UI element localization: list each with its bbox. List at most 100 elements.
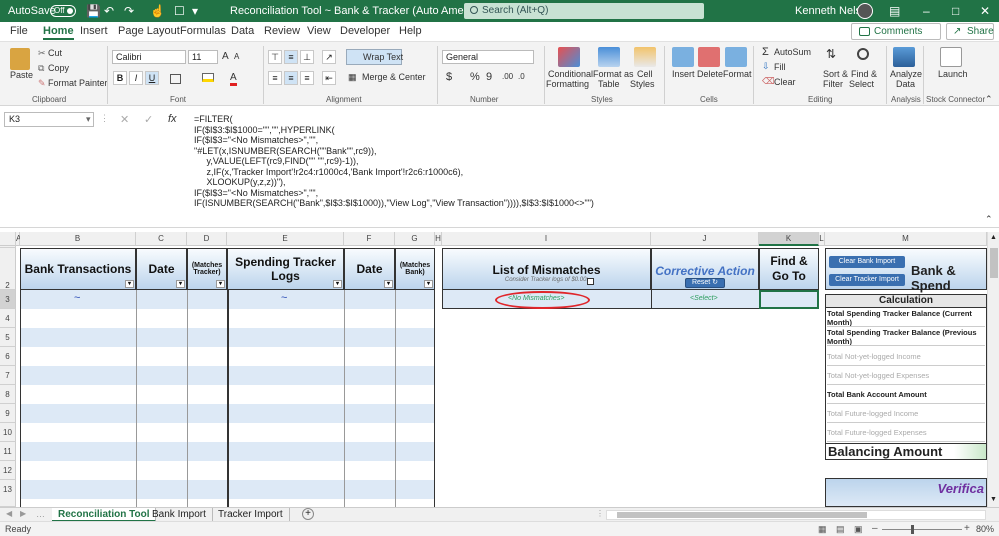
clear-button[interactable]: Clear: [774, 77, 796, 87]
scroll-up-icon[interactable]: ▲: [990, 234, 997, 241]
row-header-12[interactable]: 12: [0, 461, 16, 480]
close-icon[interactable]: ✕: [980, 4, 990, 18]
sheet-more-icon[interactable]: …: [36, 509, 45, 519]
analyze-data-button[interactable]: Analyze: [890, 69, 922, 79]
bank-transactions-value[interactable]: ~: [74, 292, 80, 304]
delete-cells-icon[interactable]: [698, 47, 720, 67]
row-header-6[interactable]: 6: [0, 347, 16, 366]
align-bottom-button[interactable]: ⊥: [300, 50, 314, 64]
column-header-f[interactable]: F: [344, 232, 395, 246]
customize-qat-icon[interactable]: ▾: [192, 4, 198, 18]
copy-icon[interactable]: ⧉: [38, 63, 44, 74]
page-break-view-icon[interactable]: ▣: [854, 524, 863, 535]
tab-data[interactable]: Data: [231, 25, 254, 37]
font-size-select[interactable]: 11: [188, 50, 218, 64]
font-color-button[interactable]: A: [230, 72, 237, 86]
number-format-select[interactable]: General: [442, 50, 534, 64]
column-header-e[interactable]: E: [227, 232, 344, 246]
sheet-tab-reconciliation-tool[interactable]: Reconciliation Tool: [52, 508, 157, 522]
copy-button[interactable]: Copy: [48, 63, 69, 73]
select-all-corner[interactable]: [0, 232, 16, 246]
formula-text[interactable]: =FILTER( IF($I$3:$I$1000="","",HYPERLINK…: [194, 114, 594, 209]
clear-bank-import-button[interactable]: Clear Bank Import: [829, 256, 905, 268]
conditional-formatting-icon[interactable]: [558, 47, 580, 67]
horizontal-scrollbar[interactable]: [606, 510, 986, 520]
paste-label[interactable]: Paste: [10, 70, 33, 80]
undo-icon[interactable]: ↶: [104, 4, 114, 18]
grow-font-button[interactable]: A: [222, 51, 229, 62]
row-header-7[interactable]: 7: [0, 366, 16, 385]
prev-sheet-icon[interactable]: ◀: [6, 509, 12, 518]
find-select-icon[interactable]: [857, 48, 869, 60]
row-header-13[interactable]: 13: [0, 480, 16, 507]
sort-filter-icon[interactable]: ⇅: [826, 47, 836, 61]
decrease-indent-button[interactable]: ⇤: [322, 71, 336, 85]
orientation-button[interactable]: ↗: [322, 50, 336, 64]
currency-button[interactable]: $: [446, 71, 452, 83]
percent-button[interactable]: %: [470, 71, 480, 83]
paste-icon[interactable]: [10, 48, 30, 70]
action-select-dropdown[interactable]: <Select>: [690, 295, 718, 302]
shrink-font-button[interactable]: A: [234, 52, 239, 61]
column-header-k[interactable]: K: [759, 232, 819, 246]
align-right-button[interactable]: ≡: [300, 71, 314, 85]
more-icon[interactable]: ⋮: [100, 113, 109, 124]
cut-button[interactable]: Cut: [48, 48, 62, 58]
bold-button[interactable]: B: [113, 71, 127, 85]
fill-color-icon[interactable]: [202, 73, 214, 82]
tab-home[interactable]: Home: [43, 25, 74, 40]
filter-dropdown-icon[interactable]: ▾: [384, 280, 393, 288]
worksheet-grid[interactable]: A B C D E F G H I J K L M 2 3 4 5 6 7 8 …: [0, 232, 999, 507]
underline-button[interactable]: U: [145, 71, 159, 85]
launch-icon[interactable]: [940, 47, 962, 67]
tab-view[interactable]: View: [307, 25, 331, 37]
confirm-formula-icon[interactable]: ✓: [144, 113, 153, 126]
filter-dropdown-icon[interactable]: ▾: [125, 280, 134, 288]
cell-styles-icon[interactable]: [634, 47, 656, 67]
avatar[interactable]: [857, 3, 873, 19]
column-header-i[interactable]: I: [442, 232, 651, 246]
filter-dropdown-icon[interactable]: ▾: [216, 280, 225, 288]
wrap-text-button[interactable]: Wrap Text: [346, 49, 403, 65]
column-header-b[interactable]: B: [20, 232, 136, 246]
column-header-h[interactable]: H: [435, 232, 442, 246]
autosum-button[interactable]: AutoSum: [774, 47, 811, 57]
zoom-in-icon[interactable]: +: [964, 523, 970, 534]
conditional-formatting-button[interactable]: Conditional: [548, 69, 593, 79]
merge-icon[interactable]: ▦: [348, 72, 357, 83]
fill-icon[interactable]: ⇩: [762, 61, 770, 72]
conditional-formatting-button-2[interactable]: Formatting: [546, 79, 589, 89]
delete-cells-button[interactable]: Delete: [697, 69, 723, 79]
find-select-button-2[interactable]: Select: [849, 79, 874, 89]
zoom-level[interactable]: 80%: [976, 524, 994, 534]
row-header-2[interactable]: 2: [0, 248, 16, 290]
row-header-4[interactable]: 4: [0, 309, 16, 328]
namebox-dropdown-icon[interactable]: ▾: [86, 114, 91, 125]
new-file-icon[interactable]: ☐: [174, 4, 185, 18]
autosave-toggle[interactable]: Off: [50, 5, 76, 17]
format-as-table-button-2[interactable]: Table: [598, 79, 620, 89]
comments-button[interactable]: Comments: [851, 23, 941, 40]
column-header-d[interactable]: D: [187, 232, 227, 246]
touch-mode-icon[interactable]: ☝: [150, 4, 165, 18]
clear-tracker-import-button[interactable]: Clear Tracker Import: [829, 274, 905, 286]
format-cells-icon[interactable]: [725, 47, 747, 67]
row-header-10[interactable]: 10: [0, 423, 16, 442]
column-header-g[interactable]: G: [395, 232, 435, 246]
format-as-table-icon[interactable]: [598, 47, 620, 67]
filter-dropdown-icon[interactable]: ▾: [333, 280, 342, 288]
scroll-down-icon[interactable]: ▼: [990, 496, 997, 503]
sheet-tab-bank-import[interactable]: Bank Import: [146, 508, 213, 522]
zoom-slider[interactable]: [882, 529, 962, 530]
cancel-formula-icon[interactable]: ✕: [120, 113, 129, 126]
next-sheet-icon[interactable]: ▶: [20, 509, 26, 518]
cell-styles-button[interactable]: Cell: [637, 69, 653, 79]
format-as-table-button[interactable]: Format as: [593, 69, 634, 79]
vertical-scrollbar[interactable]: ▲ ▼: [987, 232, 999, 507]
scroll-thumb[interactable]: [990, 248, 998, 278]
tab-file[interactable]: File: [10, 25, 28, 37]
analyze-data-button-2[interactable]: Data: [896, 79, 915, 89]
save-icon[interactable]: 💾: [86, 4, 101, 18]
sort-filter-button-2[interactable]: Filter: [823, 79, 843, 89]
column-header-c[interactable]: C: [136, 232, 187, 246]
